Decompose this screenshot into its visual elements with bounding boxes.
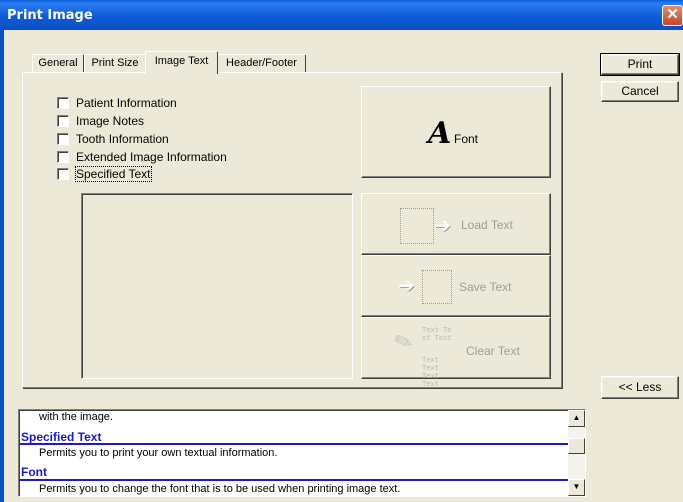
checkbox-label: Specified Text xyxy=(75,166,152,182)
checkbox-label: Image Notes xyxy=(76,114,145,128)
window-border xyxy=(0,30,4,502)
load-text-label: Load Text xyxy=(461,218,513,232)
text-icon: Text Te xt Text Text Text Text Text xyxy=(422,326,458,388)
document-icon xyxy=(422,270,452,304)
title-bar: Print Image xyxy=(0,0,683,30)
help-heading: Specified Text xyxy=(21,430,102,444)
help-heading: Font xyxy=(21,465,47,479)
text-icon-line: Text Text xyxy=(422,372,439,388)
checkbox[interactable] xyxy=(57,151,69,163)
help-scrollbar[interactable]: ▲ ▼ xyxy=(568,410,585,496)
font-icon: A xyxy=(428,116,452,151)
clear-text-button[interactable]: ✎ Text Te xt Text Text Text Text Text Cl… xyxy=(361,317,551,388)
tab-general[interactable]: General xyxy=(32,54,84,73)
help-divider xyxy=(19,479,570,481)
scroll-down-button[interactable]: ▼ xyxy=(568,479,585,496)
arrow-right-icon: ➔ xyxy=(398,275,415,297)
close-button[interactable]: ✕ xyxy=(662,5,683,26)
help-divider xyxy=(19,443,570,445)
arrow-right-icon: ➔ xyxy=(434,215,451,237)
text-icon-line: Text Te xyxy=(422,326,452,334)
checkbox[interactable] xyxy=(57,115,69,127)
clear-text-label: Clear Text xyxy=(466,344,520,358)
print-button[interactable]: Print xyxy=(600,53,680,76)
checkbox-label: Patient Information xyxy=(76,96,177,110)
scroll-thumb[interactable] xyxy=(568,438,585,454)
checkbox-label: Tooth Information xyxy=(76,132,169,146)
tab-image-text[interactable]: Image Text xyxy=(145,51,218,74)
tab-print-size[interactable]: Print Size xyxy=(84,54,146,73)
load-text-button[interactable]: ➔ Load Text xyxy=(361,193,551,255)
window-title: Print Image xyxy=(7,8,93,23)
help-text: with the image. xyxy=(39,411,113,423)
scroll-up-button[interactable]: ▲ xyxy=(568,410,585,427)
help-text: Permits you to print your own textual in… xyxy=(39,447,278,459)
checkbox[interactable] xyxy=(57,97,69,109)
font-button[interactable]: A Font xyxy=(361,86,551,178)
checkbox[interactable] xyxy=(57,168,69,180)
save-text-label: Save Text xyxy=(459,280,512,294)
help-panel[interactable]: with the image. Specified Text Permits y… xyxy=(18,409,586,497)
text-icon-line: xt Text xyxy=(422,334,452,342)
checkbox[interactable] xyxy=(57,133,69,145)
less-button[interactable]: << Less xyxy=(601,376,679,399)
font-button-label: Font xyxy=(454,132,479,146)
document-icon xyxy=(400,208,434,244)
checkbox-label: Extended Image Information xyxy=(76,150,227,164)
tab-header-footer[interactable]: Header/Footer xyxy=(217,54,306,73)
cancel-button[interactable]: Cancel xyxy=(601,81,679,102)
help-text: Permits you to change the font that is t… xyxy=(39,483,401,495)
specified-text-area[interactable] xyxy=(81,193,353,379)
save-text-button[interactable]: ➔ Save Text xyxy=(361,255,551,317)
text-icon-line: Text Text xyxy=(422,356,439,372)
